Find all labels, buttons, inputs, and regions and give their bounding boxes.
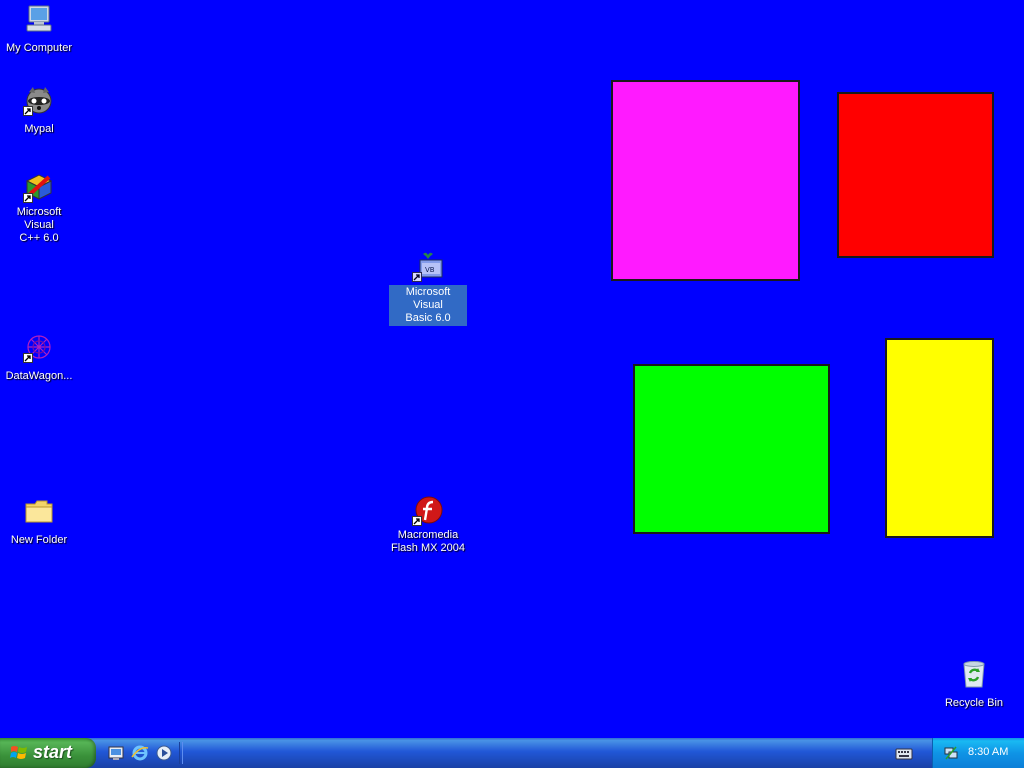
desktop-icon-mypal[interactable]: Mypal (0, 84, 78, 137)
shortcut-arrow-icon (23, 106, 33, 116)
icon-label: Microsoft Visual C++ 6.0 (16, 206, 62, 244)
desktop-icon-flash-mx[interactable]: Macromedia Flash MX 2004 (389, 494, 467, 556)
icon-label: DataWagon... (5, 370, 73, 382)
desktop-icon-recycle-bin[interactable]: Recycle Bin (935, 658, 1013, 711)
desktop-icon-my-computer[interactable]: My Computer (0, 3, 78, 56)
shortcut-arrow-icon (23, 353, 33, 363)
shortcut-arrow-icon (412, 516, 422, 526)
raccoon-icon (23, 84, 55, 116)
yellow-rectangle (885, 338, 994, 538)
system-tray: 8:30 AM (932, 738, 1024, 768)
icon-label: Microsoft Visual Basic 6.0 (389, 285, 467, 326)
icon-label: My Computer (5, 42, 73, 54)
datawagon-icon (23, 331, 55, 363)
clock[interactable]: 8:30 AM (968, 746, 1008, 758)
red-rectangle (837, 92, 994, 258)
windows-logo-icon (10, 746, 27, 759)
desktop-icon-new-folder[interactable]: New Folder (0, 495, 78, 548)
my-computer-icon (23, 3, 55, 35)
start-label: start (33, 742, 73, 762)
icon-label: Recycle Bin (944, 697, 1004, 709)
desktop-icon-visual-cpp[interactable]: Microsoft Visual C++ 6.0 (0, 171, 78, 246)
icon-label: Mypal (24, 123, 54, 135)
keyboard-icon[interactable] (895, 747, 913, 761)
taskbar[interactable]: start 8:30 AM (0, 738, 1024, 768)
start-button[interactable]: start (0, 738, 96, 768)
quick-launch-separator (179, 742, 183, 764)
network-icon[interactable] (943, 745, 959, 761)
folder-icon (23, 495, 55, 527)
svg-text:VB: VB (425, 266, 435, 274)
icon-label: New Folder (10, 534, 68, 546)
shortcut-arrow-icon (412, 272, 422, 282)
recycle-bin-icon (958, 658, 990, 690)
magenta-rectangle (611, 80, 800, 281)
show-desktop-icon[interactable] (107, 744, 125, 762)
internet-explorer-icon[interactable] (131, 744, 149, 762)
visual-basic-icon: VB (412, 250, 444, 282)
icon-label: Macromedia Flash MX 2004 (391, 529, 465, 554)
desktop-icon-datawagon[interactable]: DataWagon... (0, 331, 78, 384)
desktop[interactable]: My Computer Mypal Microsoft Visual C++ 6… (0, 0, 1024, 738)
shortcut-arrow-icon (23, 193, 33, 203)
green-rectangle (633, 364, 830, 534)
flash-icon (412, 494, 444, 526)
desktop-icon-visual-basic[interactable]: VB Microsoft Visual Basic 6.0 (389, 250, 467, 326)
visual-cpp-icon (23, 171, 55, 203)
media-player-icon[interactable] (155, 744, 173, 762)
